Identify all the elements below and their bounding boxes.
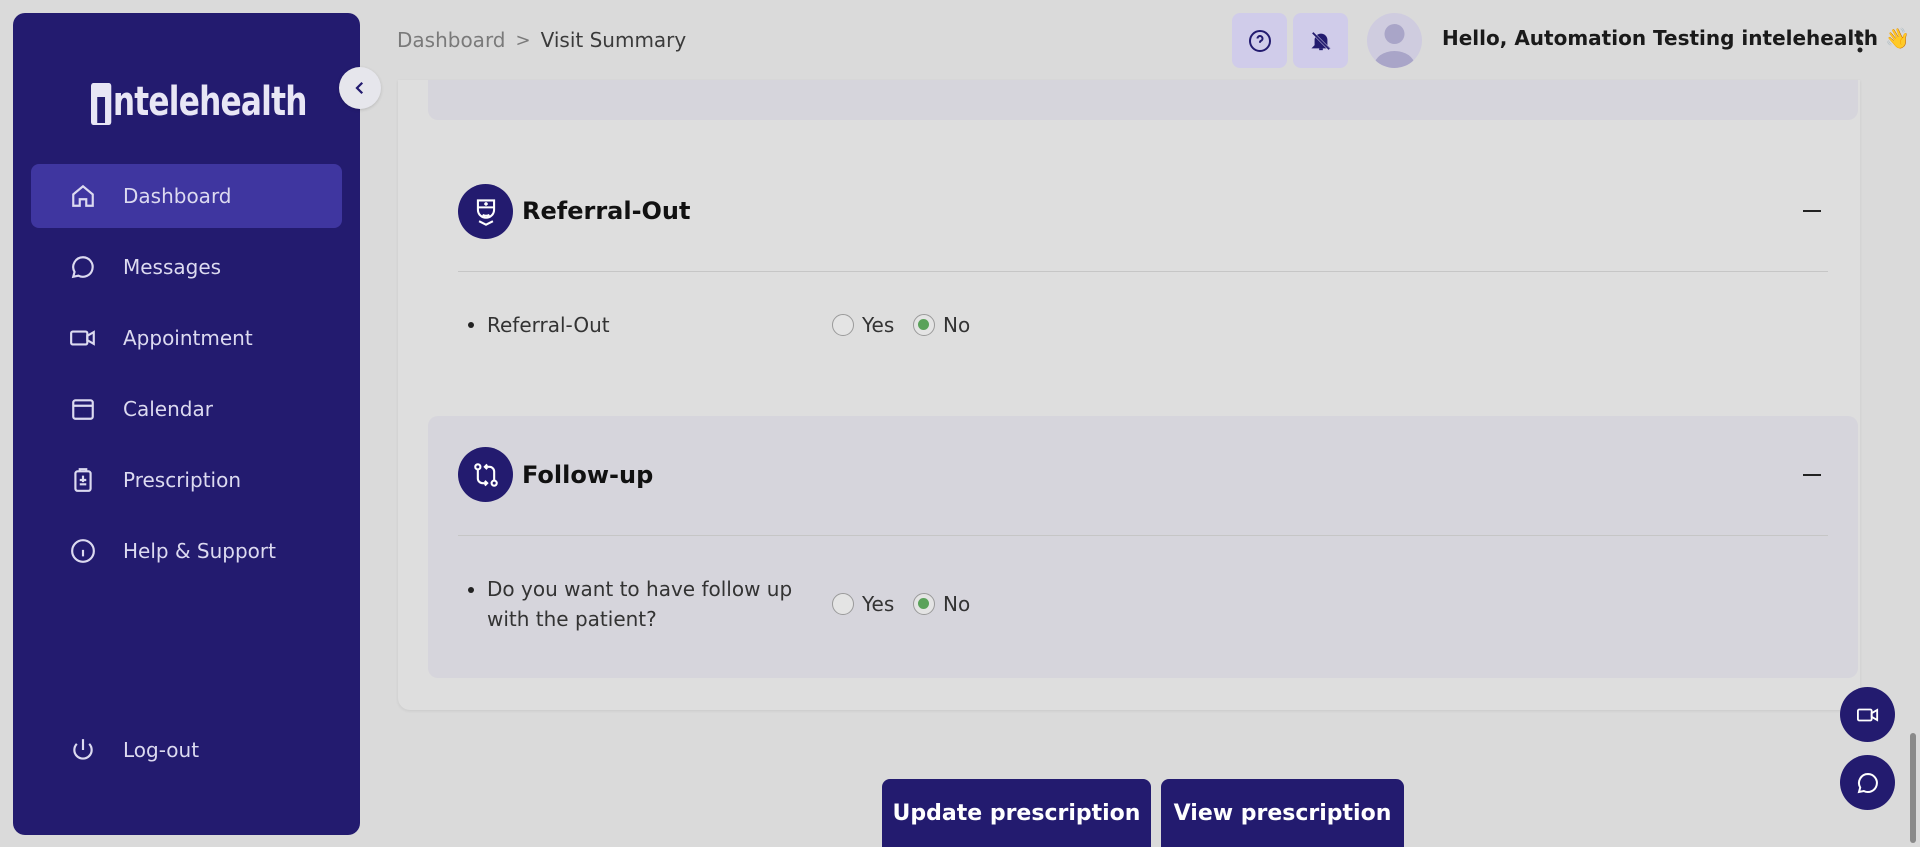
- chat-icon: [69, 253, 97, 281]
- clipboard-icon: [69, 466, 97, 494]
- calendar-icon: [69, 395, 97, 423]
- sidebar-item-messages[interactable]: Messages: [31, 235, 342, 299]
- sidebar-item-label: Appointment: [123, 326, 253, 350]
- video-call-button[interactable]: [1840, 687, 1895, 742]
- divider: [458, 535, 1828, 536]
- sidebar: ntelehealth Dashboard Messages Appointme…: [13, 13, 360, 835]
- chevron-left-icon: [355, 81, 364, 95]
- power-icon: [69, 736, 97, 764]
- home-icon: [69, 182, 97, 210]
- breadcrumb-current: Visit Summary: [540, 28, 687, 52]
- question-icon: [1248, 29, 1271, 52]
- referral-no-radio[interactable]: [913, 314, 935, 336]
- sidebar-item-appointment[interactable]: Appointment: [31, 306, 342, 370]
- collapse-sidebar-button[interactable]: [339, 67, 381, 109]
- user-icon: [1374, 24, 1415, 68]
- previous-section-footer: [428, 80, 1858, 120]
- referral-question: Referral-Out: [487, 313, 610, 337]
- view-prescription-button[interactable]: View prescription: [1161, 779, 1404, 847]
- divider: [458, 271, 1828, 272]
- help-button[interactable]: [1232, 13, 1287, 68]
- video-icon: [69, 324, 97, 352]
- chat-button[interactable]: [1840, 755, 1895, 810]
- bullet: [468, 587, 474, 593]
- referral-section-title: Referral-Out: [522, 197, 691, 225]
- followup-yes-radio[interactable]: [832, 593, 854, 615]
- breadcrumb: Dashboard > Visit Summary: [397, 28, 686, 52]
- sidebar-item-label: Dashboard: [123, 184, 232, 208]
- sidebar-item-label: Help & Support: [123, 539, 276, 563]
- intelehealth-logo: ntelehealth: [91, 65, 307, 125]
- greeting-text: Hello, Automation Testing intelehealth 👋: [1442, 26, 1910, 50]
- followup-section-title: Follow-up: [522, 461, 654, 489]
- referral-section-icon: [458, 184, 513, 239]
- referral-yes-radio[interactable]: [832, 314, 854, 336]
- sidebar-item-dashboard[interactable]: Dashboard: [31, 164, 342, 228]
- avatar[interactable]: [1367, 13, 1422, 68]
- referral-yes-label: Yes: [862, 313, 895, 337]
- sidebar-item-label: Messages: [123, 255, 222, 279]
- info-icon: [69, 537, 97, 565]
- video-icon: [1856, 707, 1878, 722]
- followup-section-icon: [458, 447, 513, 502]
- sidebar-item-help-support[interactable]: Help & Support: [31, 519, 342, 583]
- sidebar-item-label: Prescription: [123, 468, 241, 492]
- followup-question-line2: with the patient?: [487, 607, 657, 631]
- sidebar-item-label: Calendar: [123, 397, 213, 421]
- sidebar-item-calendar[interactable]: Calendar: [31, 377, 342, 441]
- bell-off-icon: [1310, 31, 1331, 50]
- doctor-icon: [476, 198, 495, 226]
- followup-no-radio[interactable]: [913, 593, 935, 615]
- followup-yes-label: Yes: [862, 592, 895, 616]
- chat-icon: [1857, 772, 1878, 793]
- bullet: [468, 322, 474, 328]
- collapse-referral-icon[interactable]: [1803, 210, 1821, 212]
- chevron-right-icon: >: [515, 29, 531, 51]
- followup-no-label: No: [943, 592, 971, 616]
- update-prescription-button[interactable]: Update prescription: [882, 779, 1151, 847]
- collapse-followup-icon[interactable]: [1803, 474, 1821, 476]
- followup-question: Do you want to have follow up with the p…: [487, 574, 792, 634]
- followup-question-line1: Do you want to have follow up: [487, 577, 793, 601]
- git-compare-icon: [473, 462, 498, 487]
- logout-button[interactable]: Log-out: [31, 718, 342, 782]
- breadcrumb-dashboard-link[interactable]: Dashboard: [397, 28, 506, 52]
- scrollbar[interactable]: [1910, 733, 1916, 843]
- brand-name: ntelehealth: [112, 79, 308, 125]
- more-options-icon[interactable]: [1855, 28, 1865, 56]
- referral-no-label: No: [943, 313, 971, 337]
- logout-label: Log-out: [123, 738, 200, 762]
- followup-section: [428, 416, 1858, 678]
- notifications-button[interactable]: [1293, 13, 1348, 68]
- sidebar-item-prescription[interactable]: Prescription: [31, 448, 342, 512]
